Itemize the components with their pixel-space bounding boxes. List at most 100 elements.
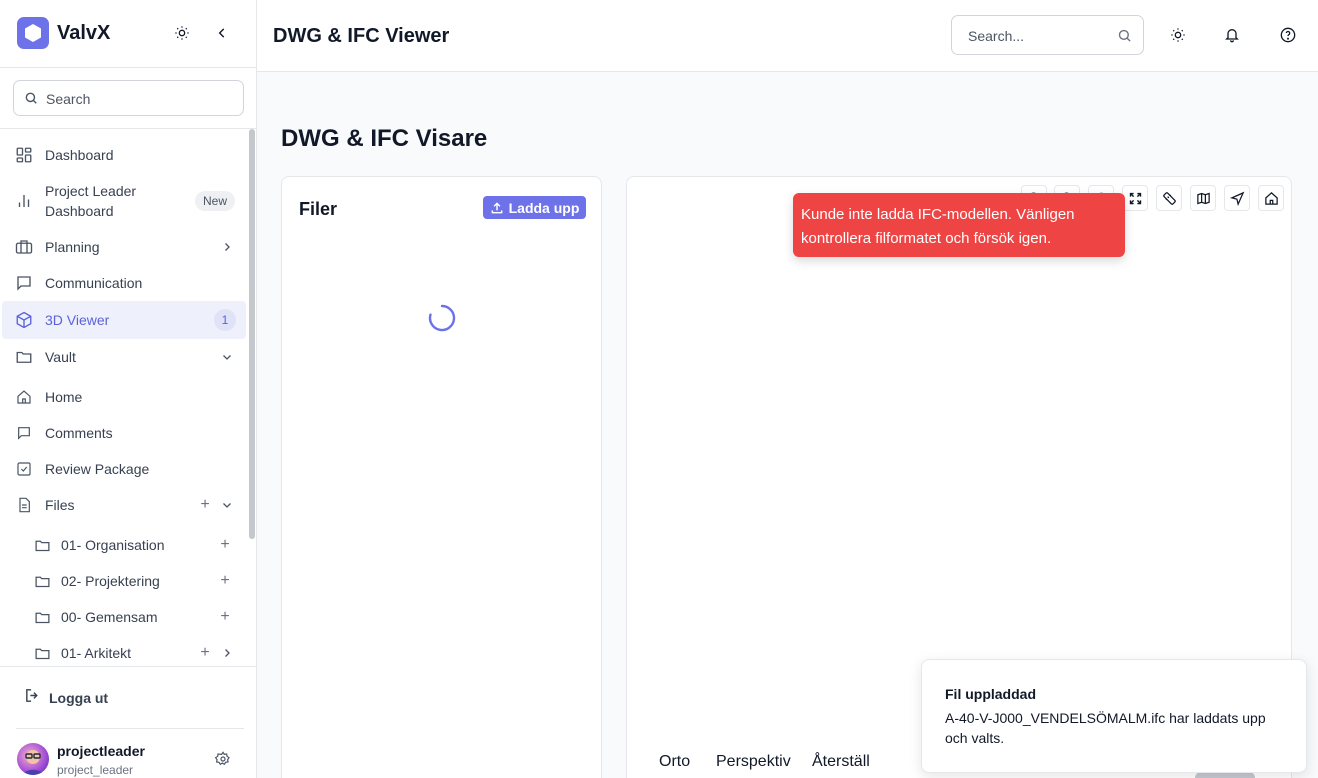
- sidebar-item-label: 3D Viewer: [45, 312, 110, 328]
- sidebar-item-label: Home: [45, 389, 83, 405]
- count-badge: 1: [214, 309, 236, 331]
- sidebar-item-dashboard[interactable]: Dashboard: [2, 143, 246, 167]
- error-toast: Kunde inte ladda IFC-modellen. Vänligen …: [793, 193, 1125, 257]
- upload-button[interactable]: Ladda upp: [483, 196, 586, 219]
- sidebar-item-vault[interactable]: Vault: [2, 345, 246, 369]
- sidebar-nav: Dashboard Project Leader Dashboard New P…: [0, 129, 248, 666]
- brand-header: ValvX: [0, 0, 256, 68]
- logout-label: Logga ut: [49, 690, 109, 706]
- add-icon[interactable]: +: [218, 608, 232, 625]
- map-icon[interactable]: [1190, 185, 1216, 211]
- message-square-icon: [14, 273, 34, 293]
- sidebar-item-planning[interactable]: Planning: [2, 235, 246, 259]
- divider: [16, 728, 244, 729]
- folder-label: 01- Organisation: [61, 537, 165, 553]
- sidebar-item-label: Files: [45, 497, 75, 513]
- valvx-logo: [17, 17, 49, 49]
- fullscreen-icon[interactable]: [1122, 185, 1148, 211]
- user-name: projectleader: [57, 743, 145, 759]
- brand-name: ValvX: [57, 22, 111, 44]
- sidebar-item-files[interactable]: Files +: [2, 493, 246, 517]
- chevron-right-icon: [220, 240, 234, 254]
- folder-item-organisation[interactable]: 01- Organisation +: [2, 533, 246, 557]
- sidebar-item-label: Project Leader: [45, 183, 137, 199]
- sidebar-item-comments[interactable]: Comments: [2, 421, 246, 445]
- gear-icon[interactable]: [214, 751, 233, 769]
- sidebar-item-communication[interactable]: Communication: [2, 271, 246, 295]
- folder-item-arkitekt[interactable]: 01- Arkitekt +: [2, 641, 246, 665]
- toast-message: A-40-V-J000_VENDELSÖMALM.ifc har laddats…: [945, 710, 1266, 746]
- sidebar-item-label: Comments: [45, 425, 113, 441]
- logout-icon: [24, 687, 41, 709]
- sidebar-item-review-package[interactable]: Review Package: [2, 457, 246, 481]
- sidebar-scrollbar[interactable]: [249, 129, 255, 666]
- bar-chart-icon: [14, 191, 34, 211]
- bell-icon[interactable]: [1223, 26, 1241, 44]
- sidebar-item-label: Planning: [45, 239, 100, 255]
- logout-button[interactable]: Logga ut: [24, 688, 108, 708]
- add-icon[interactable]: +: [218, 572, 232, 589]
- file-text-icon: [14, 495, 34, 515]
- toast-title: Fil uppladdad: [945, 686, 1036, 702]
- scrollbar-thumb[interactable]: [249, 129, 255, 539]
- top-bar: DWG & IFC Viewer: [257, 0, 1318, 72]
- comment-icon: [14, 423, 34, 443]
- user-handle: project_leader: [57, 763, 134, 777]
- folder-item-gemensam[interactable]: 00- Gemensam +: [2, 605, 246, 629]
- folder-label: 00- Gemensam: [61, 609, 158, 625]
- upload-icon: [491, 201, 502, 213]
- measure-ruler-icon[interactable]: [1156, 185, 1182, 211]
- sidebar-item-label: Dashboard: [45, 203, 114, 219]
- sidebar-item-label: Review Package: [45, 461, 150, 477]
- briefcase-icon: [14, 237, 34, 257]
- navigation-icon[interactable]: [1224, 185, 1250, 211]
- divider: [0, 666, 256, 667]
- sidebar-item-3d-viewer[interactable]: 3D Viewer 1: [2, 301, 246, 339]
- viewer-title: DWG & IFC Visare: [281, 125, 488, 152]
- folder-icon: [14, 347, 34, 367]
- perspective-button[interactable]: Perspektiv: [716, 753, 791, 771]
- folder-icon: [32, 535, 52, 555]
- add-icon[interactable]: +: [198, 496, 212, 513]
- files-panel: Filer Ladda upp: [281, 176, 602, 778]
- add-icon[interactable]: +: [218, 536, 232, 553]
- sidebar-search[interactable]: [13, 80, 244, 116]
- avatar[interactable]: [17, 743, 49, 775]
- folder-label: 01- Arkitekt: [61, 645, 132, 661]
- folder-icon: [32, 643, 52, 663]
- chevron-down-icon: [220, 498, 234, 512]
- chevron-down-icon: [220, 350, 234, 364]
- sidebar-item-project-leader-dashboard[interactable]: Project Leader Dashboard New: [2, 181, 246, 221]
- folder-label: 02- Projektering: [61, 573, 160, 589]
- check-square-icon: [14, 459, 34, 479]
- sun-icon[interactable]: [1169, 26, 1187, 44]
- add-icon[interactable]: +: [198, 644, 212, 661]
- search-icon[interactable]: [1117, 28, 1132, 48]
- files-title: Filer: [299, 199, 338, 219]
- folder-icon: [32, 607, 52, 627]
- new-badge: New: [194, 191, 235, 211]
- home-icon: [14, 387, 34, 407]
- sidebar-item-label: Dashboard: [45, 147, 114, 163]
- upload-success-toast: Fil uppladdad A-40-V-J000_VENDELSÖMALM.i…: [921, 659, 1307, 773]
- chevron-right-icon: [220, 646, 234, 660]
- collapse-sidebar-icon[interactable]: [212, 23, 232, 43]
- sidebar-item-home[interactable]: Home: [2, 385, 246, 409]
- loading-spinner-icon: [428, 304, 456, 332]
- sidebar-item-label: Vault: [45, 349, 76, 365]
- sidebar-item-label: Communication: [45, 275, 143, 291]
- folder-icon: [32, 571, 52, 591]
- reset-view-button[interactable]: Återställ: [812, 753, 870, 771]
- sidebar: ValvX Dashboard Project Leader Dashboard: [0, 0, 257, 778]
- home-view-icon[interactable]: [1258, 185, 1284, 211]
- ortho-button[interactable]: Orto: [659, 753, 690, 771]
- help-icon[interactable]: [1279, 26, 1297, 44]
- folder-item-projektering[interactable]: 02- Projektering +: [2, 569, 246, 593]
- page-title: DWG & IFC Viewer: [273, 25, 450, 47]
- theme-toggle-icon[interactable]: [172, 23, 192, 43]
- upload-label: Ladda upp: [508, 199, 580, 216]
- sidebar-search-input[interactable]: [46, 89, 236, 109]
- search-icon: [24, 91, 38, 110]
- top-search[interactable]: [951, 15, 1144, 55]
- top-search-input[interactable]: [968, 26, 1108, 46]
